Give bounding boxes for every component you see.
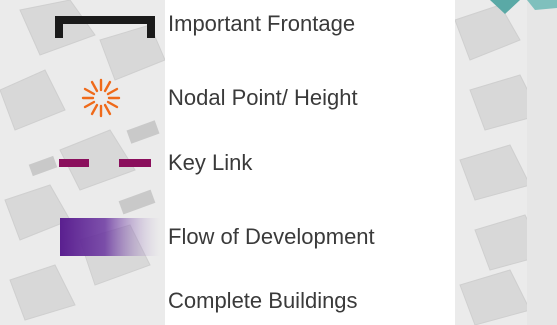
map-legend-view: Important Frontage Nodal Point/ Height K…: [0, 0, 557, 325]
legend-item-flow-of-development: Flow of Development: [0, 212, 557, 262]
legend-item-complete-buildings: Complete Buildings: [0, 278, 557, 325]
legend-item-key-link: Key Link: [0, 140, 557, 190]
legend-label: Flow of Development: [168, 224, 375, 249]
sunburst-icon: [81, 78, 121, 118]
legend-label: Important Frontage: [168, 11, 356, 36]
legend-label: Nodal Point/ Height: [168, 85, 358, 110]
legend-item-nodal-point: Nodal Point/ Height: [0, 70, 557, 120]
gradient-arrow-icon: [60, 218, 160, 256]
legend-item-important-frontage: Important Frontage: [0, 0, 557, 50]
legend-label: Complete Buildings: [168, 288, 358, 313]
dashed-line-icon: [59, 159, 151, 167]
legend-label: Key Link: [168, 150, 253, 175]
frontage-bracket-icon: [55, 16, 155, 38]
